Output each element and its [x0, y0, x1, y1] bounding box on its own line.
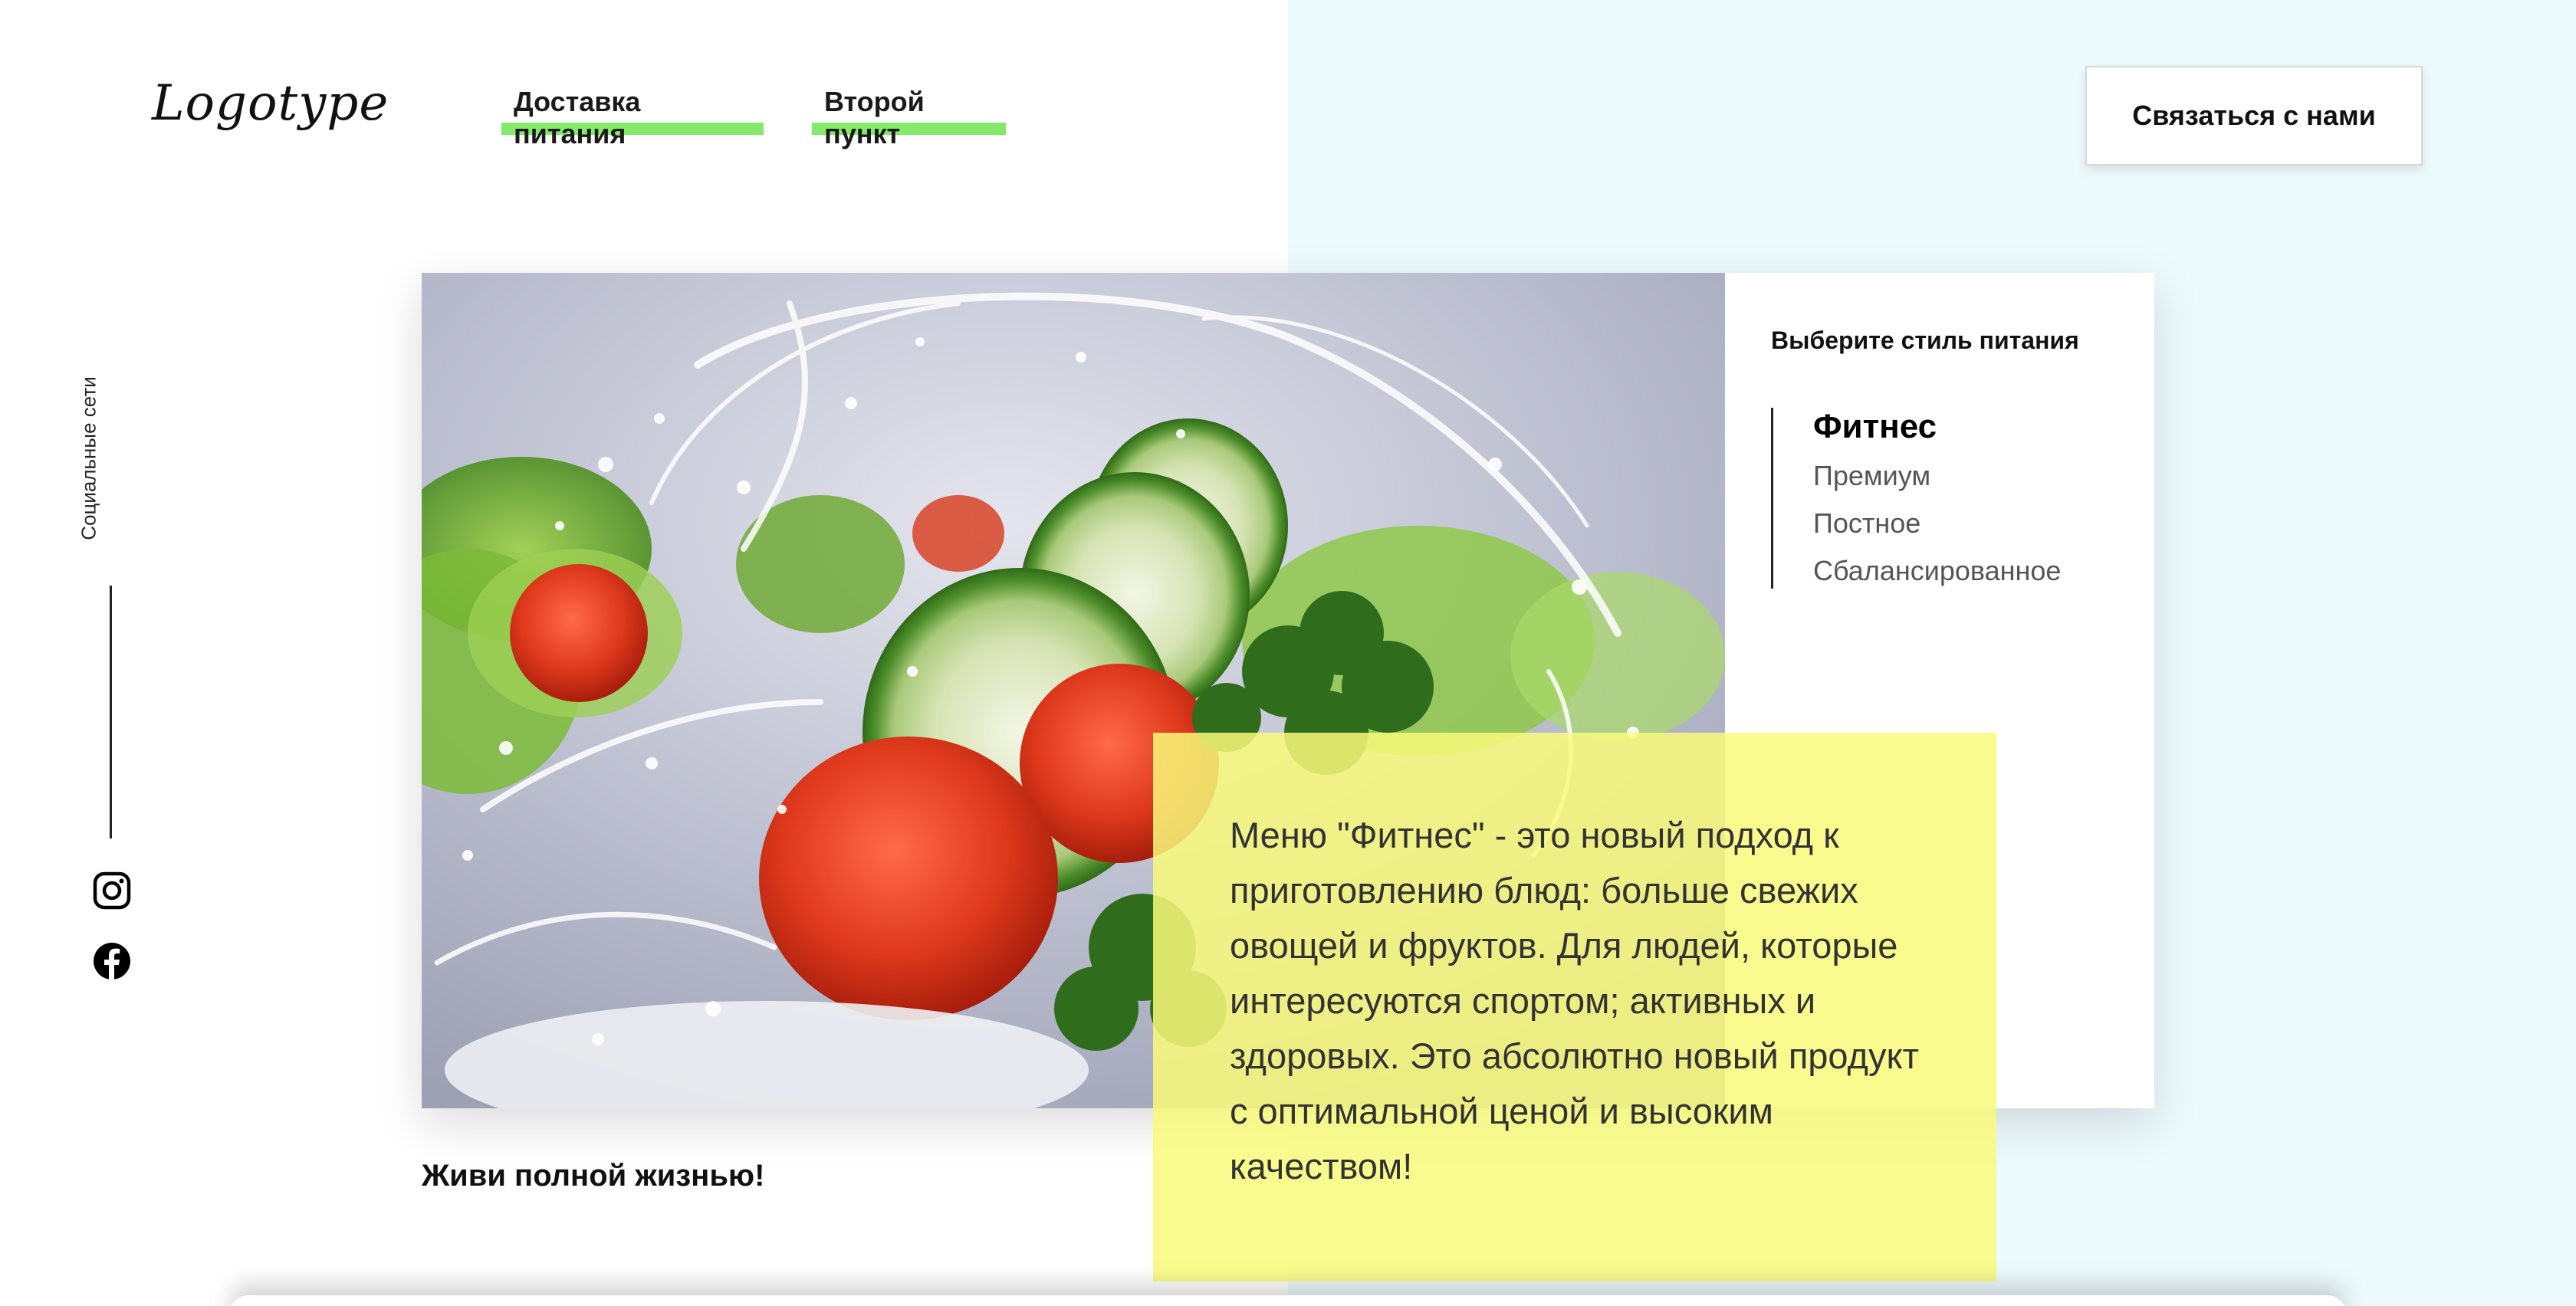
nav-item-label: Доставка питания — [514, 86, 641, 149]
menu-style-list: Фитнес Премиум Постное Сбалансированное — [1771, 408, 2061, 589]
menu-description: Меню "Фитнес" - это новый подход к приго… — [1230, 815, 1920, 1186]
menu-option-lenten[interactable]: Постное — [1813, 500, 2061, 547]
next-section-edge — [230, 1295, 2346, 1306]
instagram-icon[interactable] — [92, 871, 132, 911]
social-divider-line — [110, 586, 112, 838]
nav-item-second[interactable]: Второй пункт — [812, 86, 1006, 149]
tagline: Живи полной жизнью! — [422, 1159, 765, 1193]
nav-item-food-delivery[interactable]: Доставка питания — [501, 86, 764, 149]
facebook-icon[interactable] — [92, 941, 132, 981]
menu-option-balanced[interactable]: Сбалансированное — [1813, 547, 2061, 595]
description-box: Меню "Фитнес" - это новый подход к приго… — [1153, 733, 1996, 1281]
menu-style-title: Выберите стиль питания — [1771, 326, 2079, 354]
contact-us-button[interactable]: Связаться с нами — [2085, 66, 2423, 166]
menu-option-fitness[interactable]: Фитнес — [1813, 406, 2061, 448]
logo[interactable]: Logotype — [152, 75, 389, 132]
nav-item-label: Второй пункт — [824, 86, 925, 149]
menu-option-premium[interactable]: Премиум — [1813, 452, 2061, 500]
social-networks-label: Социальные сети — [77, 376, 100, 540]
